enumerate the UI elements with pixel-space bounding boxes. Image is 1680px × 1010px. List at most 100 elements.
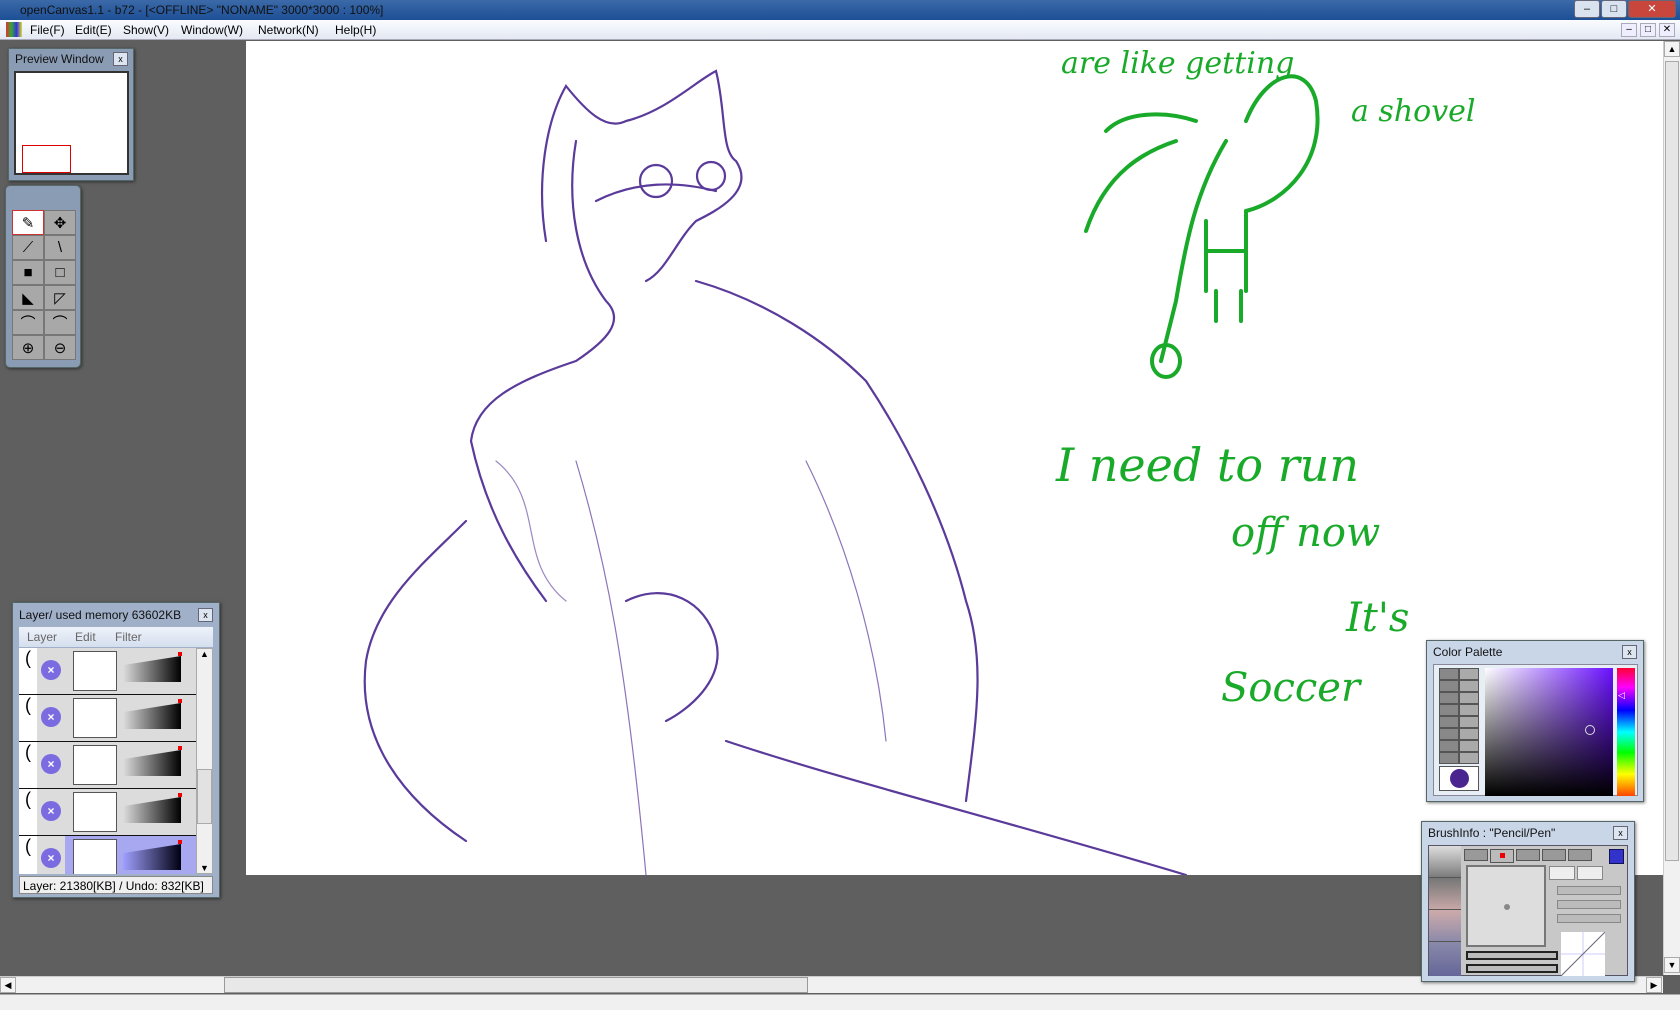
brush-shape-sizes[interactable] bbox=[1577, 866, 1603, 880]
menu-show[interactable]: Show(V) bbox=[123, 23, 169, 37]
tool-zoom-in-button[interactable]: ⊕ bbox=[12, 335, 44, 360]
preview-close-button[interactable]: x bbox=[113, 52, 128, 66]
color-picker-cursor[interactable] bbox=[1585, 725, 1595, 735]
layer-opacity-gradient[interactable] bbox=[123, 750, 181, 776]
preview-viewport-rect[interactable] bbox=[22, 145, 71, 173]
tool-curve-a-button[interactable]: ⌒ bbox=[12, 310, 44, 335]
layer-thumbnail bbox=[73, 698, 117, 738]
layer-lock-x-icon[interactable]: × bbox=[41, 801, 61, 821]
layer-indicator-dot bbox=[178, 840, 182, 844]
current-color-box[interactable] bbox=[1439, 766, 1479, 791]
scroll-right-icon[interactable]: ▶ bbox=[1646, 977, 1662, 993]
brush-category-strip[interactable] bbox=[1429, 846, 1461, 976]
layer-visibility-eye-icon[interactable]: ( bbox=[19, 695, 37, 741]
tool-eyedropper-button[interactable]: ⟋ bbox=[12, 235, 44, 260]
menu-window[interactable]: Window(W) bbox=[181, 23, 243, 37]
water-brush-icon[interactable] bbox=[1429, 910, 1461, 942]
tool-grid: ✎ ✥ ⟋ \ ■ □ ◣ ◸ ⌒ ⌒ ⊕ ⊖ bbox=[12, 210, 76, 360]
layer-row[interactable]: (× bbox=[19, 789, 196, 837]
layer-lock-x-icon[interactable]: × bbox=[41, 660, 61, 680]
pen-brush-icon[interactable] bbox=[1429, 846, 1461, 878]
brush-slider-1[interactable] bbox=[1557, 886, 1621, 895]
layer-row[interactable]: (× bbox=[19, 648, 196, 696]
note-line-2: a shovel bbox=[1351, 94, 1476, 129]
doc-restore-button[interactable]: □ bbox=[1640, 23, 1656, 37]
layer-panel-close-button[interactable]: x bbox=[198, 608, 213, 622]
layer-row[interactable]: (× bbox=[19, 695, 196, 743]
color-palette-title: Color Palette bbox=[1433, 645, 1503, 659]
layer-lock-x-icon[interactable]: × bbox=[41, 754, 61, 774]
layer-lock-x-icon[interactable]: × bbox=[41, 848, 61, 868]
layer-visibility-eye-icon[interactable]: ( bbox=[19, 789, 37, 835]
brush-preset-tabs[interactable] bbox=[1464, 849, 1592, 863]
menu-network[interactable]: Network(N) bbox=[258, 23, 319, 37]
brush-opacity-slider[interactable] bbox=[1466, 964, 1558, 973]
layer-visibility-eye-icon[interactable]: ( bbox=[19, 648, 37, 694]
scroll-up-icon[interactable]: ▲ bbox=[1664, 41, 1680, 57]
preview-thumbnail[interactable] bbox=[14, 71, 129, 175]
doc-minimize-button[interactable]: – bbox=[1621, 23, 1637, 37]
saturation-value-picker[interactable] bbox=[1485, 668, 1613, 796]
tool-line-button[interactable]: \ bbox=[44, 235, 76, 260]
layer-visibility-eye-icon[interactable]: ( bbox=[19, 836, 37, 874]
color-swatches[interactable] bbox=[1439, 668, 1479, 764]
note-line-5: It's bbox=[1345, 595, 1409, 641]
tool-rect-select-add-button[interactable]: ■ bbox=[12, 260, 44, 285]
layer-thumbnail bbox=[73, 745, 117, 785]
brush-info-close-button[interactable]: x bbox=[1613, 826, 1628, 840]
vertical-scrollbar[interactable]: ▲ ▼ bbox=[1663, 41, 1680, 975]
title-bar: openCanvas1.1 - b72 - [<OFFLINE> "NONAME… bbox=[0, 0, 1680, 20]
minimize-button[interactable]: – bbox=[1574, 0, 1600, 18]
menu-edit[interactable]: Edit(E) bbox=[75, 23, 112, 37]
layer-row[interactable]: (× bbox=[19, 836, 196, 874]
status-bar bbox=[0, 994, 1680, 1010]
vertical-scroll-thumb[interactable] bbox=[1665, 61, 1679, 861]
tool-zoom-out-button[interactable]: ⊖ bbox=[44, 335, 76, 360]
menu-file[interactable]: File(F) bbox=[30, 23, 65, 37]
close-button[interactable]: ✕ bbox=[1628, 0, 1676, 18]
color-palette-close-button[interactable]: x bbox=[1622, 645, 1637, 659]
tool-pencil-pen-button[interactable]: ✎ bbox=[12, 210, 44, 235]
save-icon[interactable] bbox=[1609, 849, 1624, 864]
layer-opacity-gradient[interactable] bbox=[123, 703, 181, 729]
maximize-button[interactable]: □ bbox=[1601, 0, 1627, 18]
layer-menu-filter[interactable]: Filter bbox=[115, 630, 142, 644]
pressure-curve-graph[interactable] bbox=[1561, 932, 1605, 976]
layer-opacity-gradient[interactable] bbox=[123, 656, 181, 682]
tool-rect-select-sub-button[interactable]: □ bbox=[44, 260, 76, 285]
layer-menu-layer[interactable]: Layer bbox=[27, 630, 57, 644]
layer-scroll-down-icon[interactable]: ▼ bbox=[197, 863, 212, 873]
horizontal-scrollbar[interactable]: ◀ ▶ bbox=[0, 976, 1663, 993]
hue-slider[interactable]: ◁ bbox=[1617, 668, 1635, 796]
layer-scrollbar[interactable]: ▲ ▼ bbox=[196, 648, 213, 874]
tool-lasso-sub-button[interactable]: ◸ bbox=[44, 285, 76, 310]
hue-slider-marker-icon[interactable]: ◁ bbox=[1618, 690, 1625, 701]
tool-curve-b-button[interactable]: ⌒ bbox=[44, 310, 76, 335]
brush-shape-hard[interactable] bbox=[1549, 866, 1575, 880]
menu-help[interactable]: Help(H) bbox=[335, 23, 376, 37]
eraser-brush-icon[interactable] bbox=[1429, 942, 1461, 974]
layer-indicator-dot bbox=[178, 793, 182, 797]
layer-lock-x-icon[interactable]: × bbox=[41, 707, 61, 727]
layer-menu-edit[interactable]: Edit bbox=[75, 630, 96, 644]
horizontal-scroll-thumb[interactable] bbox=[224, 977, 808, 993]
layer-opacity-gradient[interactable] bbox=[123, 844, 181, 870]
brush-preview bbox=[1466, 865, 1546, 947]
brush-slider-3[interactable] bbox=[1557, 914, 1621, 923]
layer-scroll-thumb[interactable] bbox=[197, 769, 212, 824]
layer-scroll-up-icon[interactable]: ▲ bbox=[197, 649, 212, 659]
layer-opacity-gradient[interactable] bbox=[123, 797, 181, 823]
tool-move-button[interactable]: ✥ bbox=[44, 210, 76, 235]
layer-indicator-dot bbox=[178, 652, 182, 656]
layer-visibility-eye-icon[interactable]: ( bbox=[19, 742, 37, 788]
scroll-left-icon[interactable]: ◀ bbox=[0, 977, 16, 993]
paint-brush-icon[interactable] bbox=[1429, 878, 1461, 910]
tool-lasso-add-button[interactable]: ◣ bbox=[12, 285, 44, 310]
scroll-down-icon[interactable]: ▼ bbox=[1664, 957, 1680, 973]
brush-slider-2[interactable] bbox=[1557, 900, 1621, 909]
layer-panel: Layer/ used memory 63602KB x Layer Edit … bbox=[12, 602, 220, 898]
brush-size-slider[interactable] bbox=[1466, 951, 1558, 960]
doc-close-button[interactable]: ✕ bbox=[1659, 23, 1675, 37]
layer-row[interactable]: (× bbox=[19, 742, 196, 790]
layer-status: Layer: 21380[KB] / Undo: 832[KB] bbox=[19, 876, 213, 894]
